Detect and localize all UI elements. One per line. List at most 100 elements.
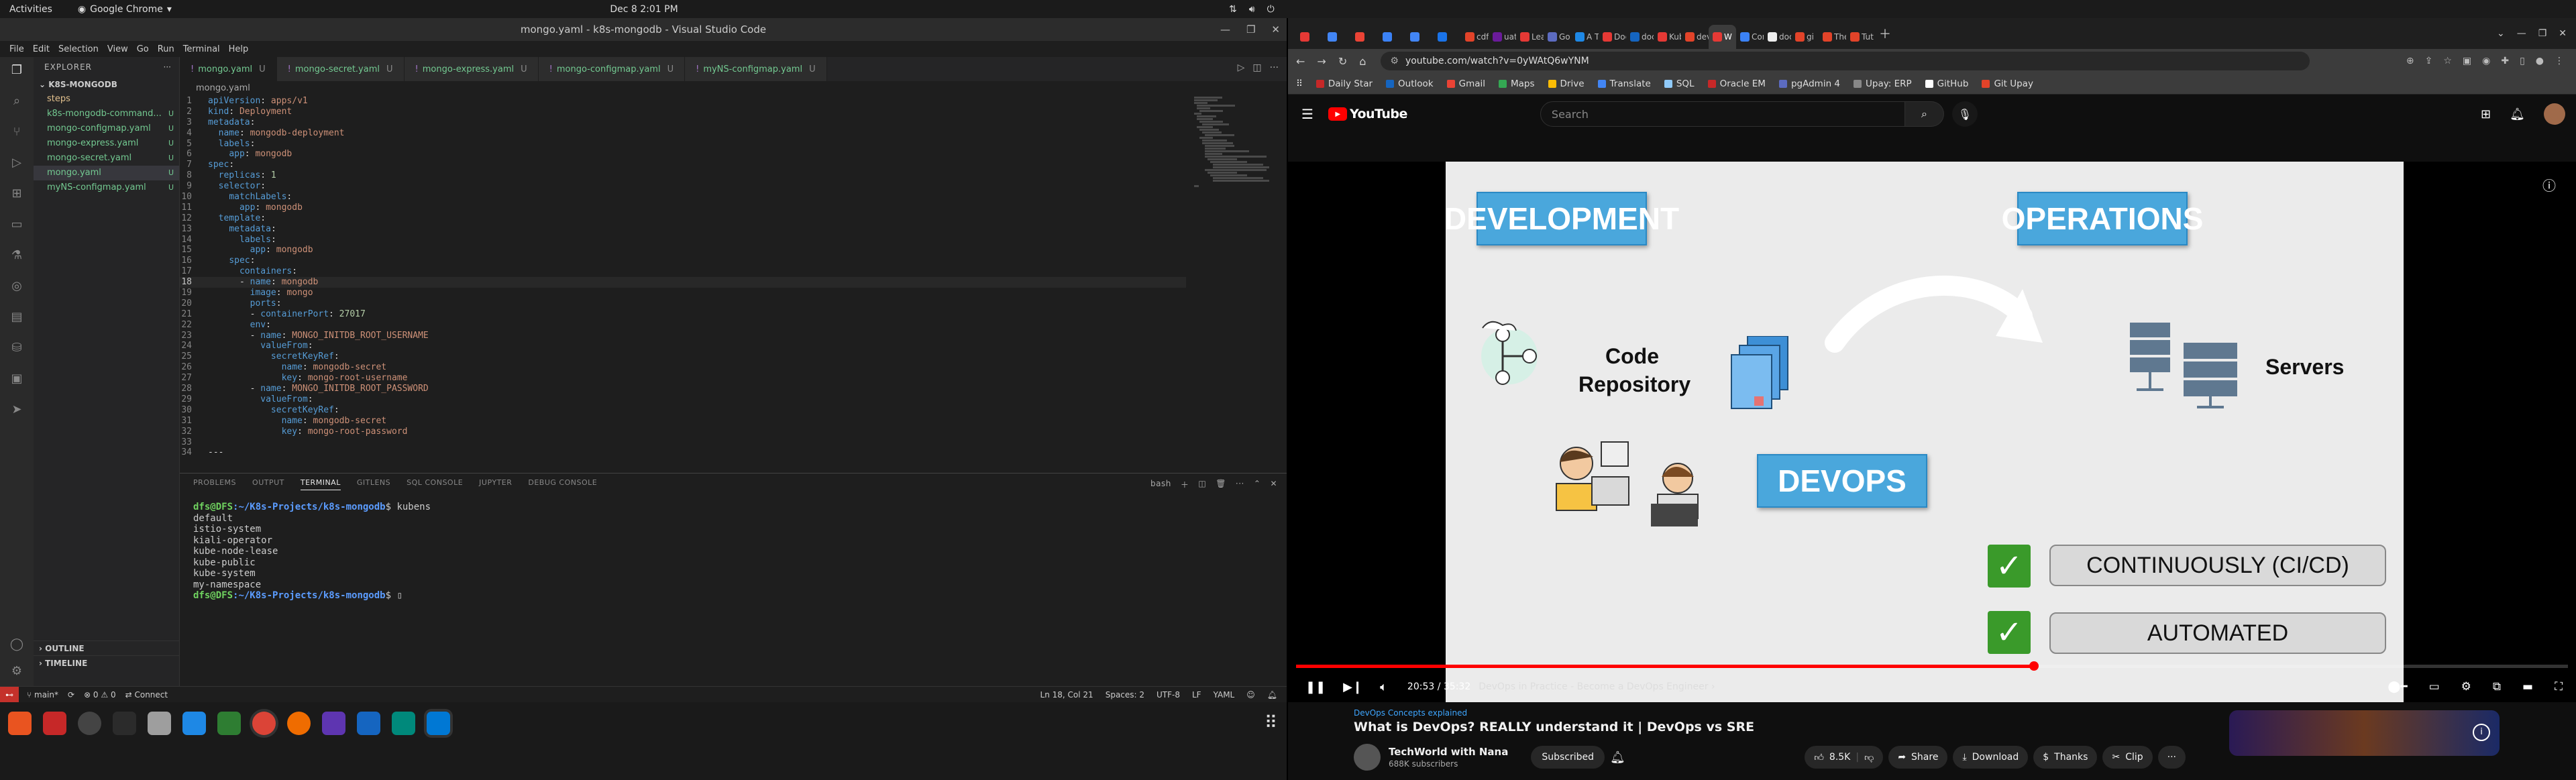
menu-go[interactable]: Go xyxy=(137,44,149,54)
kill-terminal-icon[interactable]: 🗑︎ xyxy=(1216,479,1226,490)
pycharm-icon[interactable] xyxy=(392,711,415,735)
menu-edit[interactable]: Edit xyxy=(33,44,50,54)
next-video-icon[interactable]: ▶❙ xyxy=(1343,680,1362,694)
like-button[interactable]: 👍︎ 8.5K | 👎︎ xyxy=(1805,746,1884,769)
tab-search-icon[interactable]: ⌄ xyxy=(2497,28,2505,39)
install-app-icon[interactable]: ⊕ xyxy=(2406,56,2414,66)
bookmark-star-icon[interactable]: ☆ xyxy=(2443,56,2452,66)
bookmark-item[interactable]: Daily Star xyxy=(1316,78,1373,89)
docker-icon[interactable]: ▤ xyxy=(9,309,25,325)
terminal-app-icon[interactable] xyxy=(113,711,136,735)
editor-tab[interactable]: ! mongo-secret.yaml U xyxy=(276,57,405,81)
subscribed-button[interactable]: Subscribed xyxy=(1531,746,1605,769)
video-player[interactable]: DEVELOPMENT OPERATIONS DEVOPS Code Repos… xyxy=(1288,162,2576,702)
chrome-icon[interactable] xyxy=(252,711,276,735)
problems-indicator[interactable]: ⊗ 0 ⚠ 0 xyxy=(84,690,116,700)
cursor-position[interactable]: Ln 18, Col 21 xyxy=(1040,690,1093,700)
bookmark-item[interactable]: Outlook xyxy=(1386,78,1434,89)
bookmark-item[interactable]: SQL xyxy=(1664,78,1695,89)
chapter-title[interactable]: DevOps in Practice - Become a DevOps Eng… xyxy=(1479,681,1715,692)
browser-tab[interactable] xyxy=(1406,25,1434,49)
sync-icon[interactable]: ⟳ xyxy=(68,690,74,700)
explorer-file-item[interactable]: mongo-secret.yaml U xyxy=(34,151,179,166)
bookmark-item[interactable]: Git Upay xyxy=(1982,78,2033,89)
menu-run[interactable]: Run xyxy=(158,44,174,54)
back-icon[interactable]: ← xyxy=(1296,55,1305,68)
terminal[interactable]: dfs@DFS:~/K8s-Projects/k8s-mongodb$ kube… xyxy=(180,495,1287,602)
explorer-file-item[interactable]: steps xyxy=(34,92,179,107)
browser-tab[interactable] xyxy=(1379,25,1406,49)
panel-tab[interactable]: OUTPUT xyxy=(252,478,284,490)
browser-tab[interactable]: uat xyxy=(1489,25,1516,49)
explorer-file-item[interactable]: mongo.yaml U xyxy=(34,166,179,180)
show-applications-icon[interactable]: ⠿ xyxy=(1265,713,1277,733)
browser-tab[interactable]: Kub xyxy=(1654,25,1681,49)
explorer-file-item[interactable]: k8s-mongodb-command... U xyxy=(34,107,179,121)
settings-app-icon[interactable] xyxy=(78,711,101,735)
browser-tab[interactable]: dev xyxy=(1681,25,1709,49)
postman-icon[interactable] xyxy=(287,711,311,735)
video-frame[interactable]: DEVELOPMENT OPERATIONS DEVOPS Code Repos… xyxy=(1446,162,2404,702)
menu-help[interactable]: Help xyxy=(229,44,249,54)
settings-gear-icon[interactable]: ⚙ xyxy=(9,663,25,679)
channel-name[interactable]: TechWorld with Nana xyxy=(1389,746,1508,758)
bookmark-item[interactable]: Oracle EM xyxy=(1707,78,1766,89)
panel-tab[interactable]: JUPYTER xyxy=(479,478,512,490)
ad-banner[interactable]: i xyxy=(2229,710,2500,756)
ad-info-icon[interactable]: i xyxy=(2473,724,2490,741)
notifications-icon[interactable]: 🔔︎ xyxy=(1267,690,1277,700)
explorer-file-item[interactable]: myNS-configmap.yaml U xyxy=(34,180,179,195)
timeline-section[interactable]: › TIMELINE xyxy=(34,655,180,670)
folder-header[interactable]: ⌄ K8S-MONGODB xyxy=(34,77,179,92)
profile-icon[interactable]: ● xyxy=(2536,56,2544,66)
gitlens-icon[interactable]: ◎ xyxy=(9,278,25,294)
close-button[interactable]: ✕ xyxy=(1271,23,1280,36)
chrome-menu-icon[interactable]: ⋮ xyxy=(2555,56,2564,66)
browser-tab[interactable]: Con xyxy=(1736,25,1764,49)
browser-tab[interactable]: A Te xyxy=(1571,25,1599,49)
language-mode[interactable]: YAML xyxy=(1214,690,1235,700)
browser-tab[interactable]: The xyxy=(1819,25,1846,49)
jupyter-icon[interactable]: ▣ xyxy=(9,371,25,387)
menu-selection[interactable]: Selection xyxy=(58,44,99,54)
miniplayer-icon[interactable]: ⧉ xyxy=(2493,680,2501,693)
run-icon[interactable]: ▷ xyxy=(1238,62,1245,73)
browser-tab[interactable]: gi xyxy=(1791,25,1819,49)
new-tab-icon[interactable]: ＋ xyxy=(1879,25,1891,42)
branch-indicator[interactable]: ⑂ main* xyxy=(27,690,58,700)
editor-tab[interactable]: ! mongo-express.yaml U xyxy=(404,57,539,81)
browser-tab[interactable] xyxy=(1351,25,1379,49)
writer-icon[interactable] xyxy=(182,711,206,735)
voice-search-button[interactable]: 🎙︎ xyxy=(1951,101,1978,127)
browser-tab[interactable] xyxy=(1324,25,1351,49)
anydesk-icon[interactable] xyxy=(43,711,66,735)
vscode-icon[interactable] xyxy=(427,711,450,735)
captions-icon[interactable]: ▭ xyxy=(2429,680,2440,693)
more-actions-icon[interactable]: ··· xyxy=(1270,62,1279,73)
minimize-button[interactable]: — xyxy=(2517,28,2526,39)
forward-icon[interactable]: → xyxy=(1317,55,1326,68)
youtube-logo[interactable]: ▶ YouTube xyxy=(1328,107,1407,121)
browser-tab[interactable] xyxy=(1296,25,1324,49)
remote-explorer-icon[interactable]: ▭ xyxy=(9,217,25,233)
search-input[interactable]: Search xyxy=(1540,101,1905,127)
avatar[interactable] xyxy=(2544,103,2565,125)
code-editor[interactable]: 1 apiVersion: apps/v1 2 kind: Deployment 3 me… xyxy=(180,96,1186,471)
volume-icon[interactable]: 🔈︎ xyxy=(1380,680,1387,694)
apps-grid-icon[interactable]: ⠿ xyxy=(1296,78,1303,89)
panel-tab[interactable]: SQL CONSOLE xyxy=(407,478,463,490)
browser-tab[interactable]: Lea xyxy=(1516,25,1544,49)
split-editor-icon[interactable]: ◫ xyxy=(1252,62,1261,73)
bookmark-item[interactable]: Translate xyxy=(1597,78,1651,89)
end-of-line[interactable]: LF xyxy=(1192,690,1201,700)
maximize-button[interactable]: ❐ xyxy=(2538,28,2547,39)
database-icon[interactable]: ⛁ xyxy=(9,340,25,356)
browser-tab[interactable]: Tut xyxy=(1846,25,1874,49)
clip-button[interactable]: ✂ Clip xyxy=(2102,746,2153,769)
editor-tab[interactable]: ! mongo-configmap.yaml U xyxy=(538,57,686,81)
info-icon[interactable]: ⓘ xyxy=(2542,175,2556,194)
thanks-button[interactable]: $ Thanks xyxy=(2033,746,2098,769)
new-terminal-icon[interactable]: ＋ xyxy=(1181,479,1189,490)
create-video-icon[interactable]: ⊞ xyxy=(2481,107,2491,121)
notifications-bell-icon[interactable]: 🔔︎ xyxy=(2510,107,2525,121)
